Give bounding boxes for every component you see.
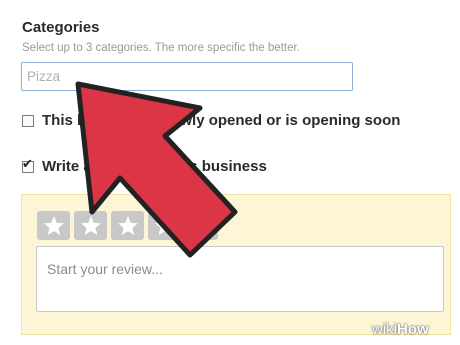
checkmark-icon: ✔: [22, 156, 33, 172]
star-icon: [80, 215, 101, 236]
newly-opened-label: This business is newly opened or is open…: [42, 112, 401, 129]
star-4[interactable]: [148, 211, 181, 240]
watermark-wiki: wiki: [372, 321, 397, 338]
business-form: Categories Select up to 3 categories. Th…: [0, 0, 460, 345]
write-review-checkbox[interactable]: ✔: [22, 157, 34, 173]
star-5[interactable]: [185, 211, 218, 240]
star-icon: [191, 215, 212, 236]
wikihow-watermark: wikiHow: [372, 321, 429, 338]
newly-opened-option[interactable]: This business is newly opened or is open…: [22, 112, 400, 129]
review-textarea[interactable]: [36, 246, 444, 312]
categories-heading: Categories: [22, 19, 100, 36]
watermark-how: How: [397, 321, 429, 338]
star-1[interactable]: [37, 211, 70, 240]
star-2[interactable]: [74, 211, 107, 240]
star-rating[interactable]: [37, 211, 222, 240]
star-icon: [117, 215, 138, 236]
newly-opened-checkbox[interactable]: [22, 114, 34, 127]
review-panel: [21, 194, 451, 335]
write-review-label: Write a review for this business: [42, 158, 267, 175]
star-icon: [154, 215, 175, 236]
star-icon: [43, 215, 64, 236]
write-review-option[interactable]: ✔ Write a review for this business: [22, 157, 267, 175]
star-3[interactable]: [111, 211, 144, 240]
categories-input[interactable]: [21, 62, 353, 91]
categories-helper-text: Select up to 3 categories. The more spec…: [22, 42, 300, 54]
